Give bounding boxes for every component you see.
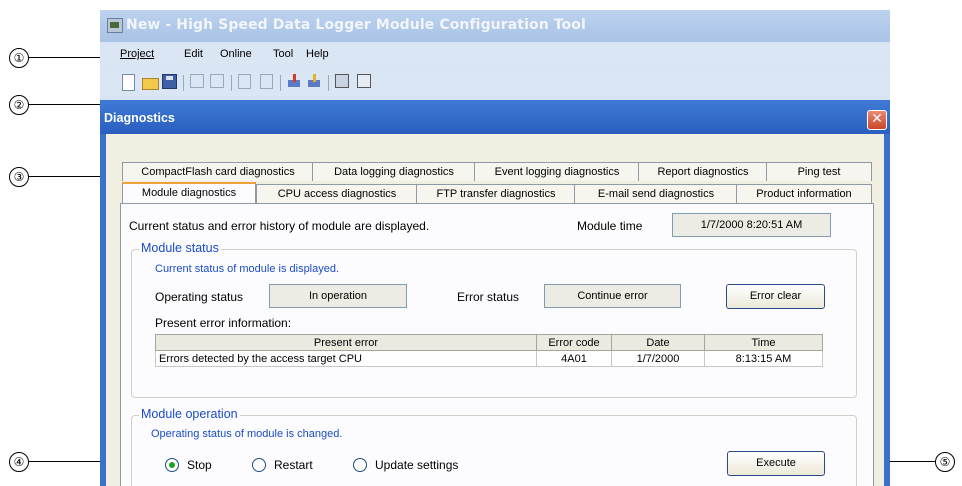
menu-online[interactable]: Online bbox=[220, 48, 252, 60]
tab-event-logging-diagnostics[interactable]: Event logging diagnostics bbox=[474, 162, 640, 181]
present-error-table: Present error Error code Date Time Error… bbox=[155, 334, 823, 367]
app-titlebar: New - High Speed Data Logger Module Conf… bbox=[100, 10, 890, 42]
write-icon[interactable] bbox=[287, 74, 302, 89]
column-header-error-code: Error code bbox=[536, 334, 612, 351]
callout-4: ④ bbox=[9, 452, 29, 472]
toolbar-separator bbox=[328, 75, 329, 91]
module-time-value: 1/7/2000 8:20:51 AM bbox=[672, 213, 831, 237]
callout-1: ① bbox=[9, 48, 29, 68]
save-icon[interactable] bbox=[162, 74, 177, 89]
tab-product-information[interactable]: Product information bbox=[736, 184, 872, 203]
error-clear-button[interactable]: Error clear bbox=[726, 284, 825, 309]
app-title: New - High Speed Data Logger Module Conf… bbox=[126, 17, 586, 33]
copy-icon[interactable] bbox=[238, 74, 251, 89]
open-icon[interactable] bbox=[142, 74, 159, 90]
toolbar bbox=[100, 66, 890, 96]
tab-ftp-transfer-diagnostics[interactable]: FTP transfer diagnostics bbox=[416, 184, 576, 203]
menu-help[interactable]: Help bbox=[306, 48, 329, 60]
dialog-titlebar: Diagnostics ✕ bbox=[100, 100, 890, 134]
column-header-present-error: Present error bbox=[155, 334, 537, 351]
read-icon[interactable] bbox=[307, 74, 322, 89]
callout-3: ③ bbox=[9, 167, 29, 187]
callout-2: ② bbox=[9, 95, 29, 115]
menu-bar: Project Edit Online Tool Help bbox=[100, 43, 890, 65]
new-icon[interactable] bbox=[122, 74, 135, 91]
toolbar-separator bbox=[231, 75, 232, 91]
column-header-date: Date bbox=[611, 334, 705, 351]
diagnostics-icon[interactable] bbox=[335, 74, 349, 88]
radio-stop-label[interactable]: Stop bbox=[187, 458, 212, 472]
error-status-label: Error status bbox=[457, 290, 520, 304]
menu-edit[interactable]: Edit bbox=[184, 48, 203, 60]
operating-status-label: Operating status bbox=[155, 290, 244, 304]
toolbar-separator bbox=[183, 75, 184, 91]
module-status-subtitle: Current status of module is displayed. bbox=[155, 263, 340, 275]
callout-1-line bbox=[29, 57, 108, 59]
module-diagnostics-panel: Current status and error history of modu… bbox=[120, 203, 874, 486]
menu-tool[interactable]: Tool bbox=[273, 48, 293, 60]
radio-update-settings[interactable] bbox=[353, 458, 367, 472]
tab-cpu-access-diagnostics[interactable]: CPU access diagnostics bbox=[256, 184, 418, 203]
radio-restart-label[interactable]: Restart bbox=[274, 458, 313, 472]
module-operation-title: Module operation bbox=[139, 407, 240, 421]
dialog-title: Diagnostics bbox=[104, 111, 175, 125]
cell-present-error: Errors detected by the access target CPU bbox=[155, 350, 537, 367]
column-header-time: Time bbox=[704, 334, 823, 351]
tab-module-diagnostics[interactable]: Module diagnostics bbox=[122, 182, 256, 203]
diagnostics-dialog: Diagnostics ✕ CompactFlash card diagnost… bbox=[100, 100, 890, 486]
cell-date: 1/7/2000 bbox=[611, 350, 705, 367]
close-icon[interactable]: ✕ bbox=[867, 110, 887, 130]
table-row[interactable]: Errors detected by the access target CPU… bbox=[155, 350, 823, 367]
cell-time: 8:13:15 AM bbox=[704, 350, 823, 367]
execute-button[interactable]: Execute bbox=[727, 451, 825, 476]
radio-update-settings-label[interactable]: Update settings bbox=[375, 458, 458, 472]
module-operation-subtitle: Operating status of module is changed. bbox=[151, 428, 343, 440]
callout-5: ⑤ bbox=[935, 452, 955, 472]
module-status-title: Module status bbox=[139, 241, 221, 255]
dialog-body: CompactFlash card diagnostics Data loggi… bbox=[106, 134, 884, 486]
tab-data-logging-diagnostics[interactable]: Data logging diagnostics bbox=[312, 162, 476, 181]
panel-description: Current status and error history of modu… bbox=[129, 219, 430, 233]
radio-stop[interactable] bbox=[165, 458, 179, 472]
radio-restart[interactable] bbox=[252, 458, 266, 472]
operating-status-value: In operation bbox=[269, 284, 407, 308]
app-icon bbox=[107, 18, 123, 33]
tab-compactflash-card-diagnostics[interactable]: CompactFlash card diagnostics bbox=[122, 162, 314, 181]
present-error-info-label: Present error information: bbox=[155, 316, 292, 330]
connection-icon[interactable] bbox=[357, 74, 371, 88]
tab-report-diagnostics[interactable]: Report diagnostics bbox=[638, 162, 768, 181]
module-time-label: Module time bbox=[577, 219, 643, 233]
toolbar-separator bbox=[280, 75, 281, 91]
tab-ping-test[interactable]: Ping test bbox=[766, 162, 872, 181]
export-icon[interactable] bbox=[210, 74, 224, 88]
paste-icon[interactable] bbox=[260, 74, 273, 89]
app-window: New - High Speed Data Logger Module Conf… bbox=[100, 10, 890, 486]
menu-project[interactable]: Project bbox=[120, 48, 154, 60]
tab-e-mail-send-diagnostics[interactable]: E-mail send diagnostics bbox=[574, 184, 738, 203]
cell-error-code: 4A01 bbox=[536, 350, 612, 367]
table-header-row: Present error Error code Date Time bbox=[155, 334, 823, 351]
error-status-value: Continue error bbox=[544, 284, 681, 308]
import-icon[interactable] bbox=[190, 74, 204, 88]
